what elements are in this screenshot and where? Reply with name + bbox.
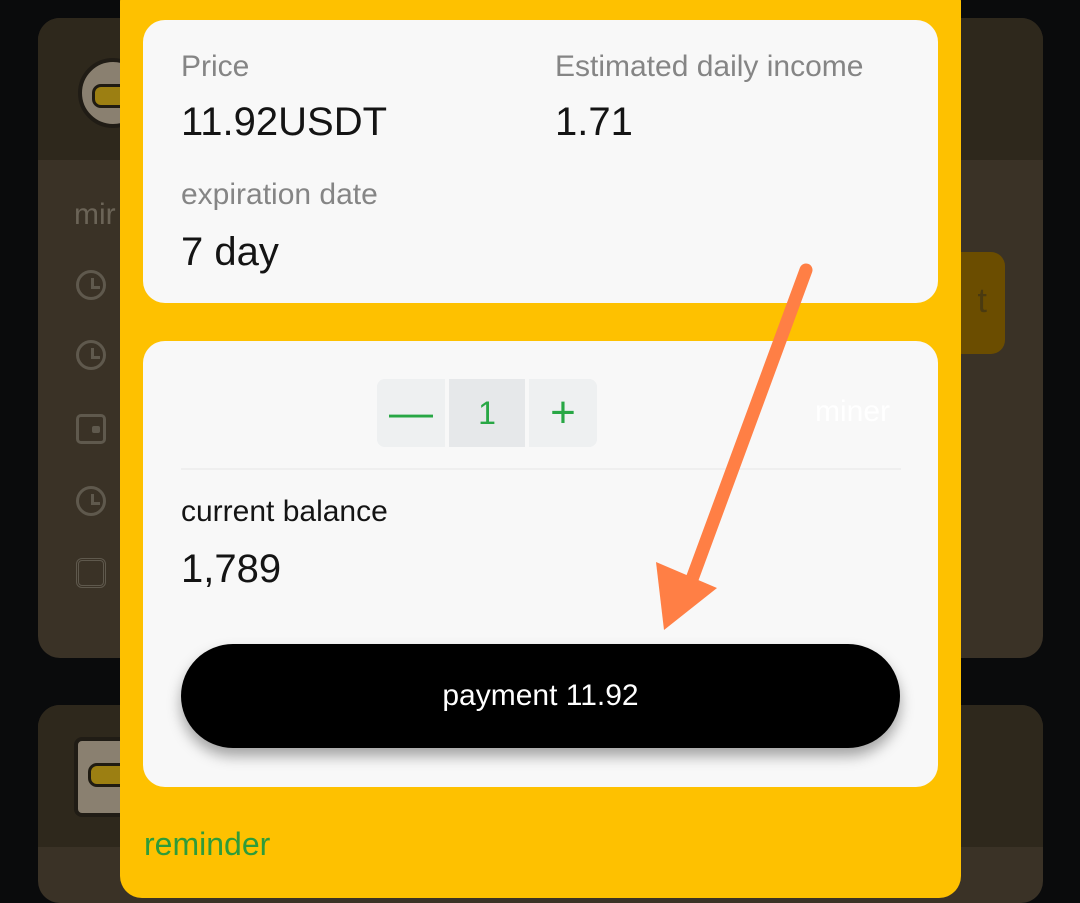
clock-icon xyxy=(76,486,106,516)
coins-icon xyxy=(76,558,106,588)
increment-button[interactable]: + xyxy=(529,379,597,447)
purchase-modal: Price 11.92USDT Estimated daily income 1… xyxy=(120,0,961,898)
price-value: 11.92USDT xyxy=(181,100,388,144)
daily-income-label: Estimated daily income xyxy=(555,50,864,83)
expiration-value: 7 day xyxy=(181,230,279,274)
quantity-stepper: — 1 + xyxy=(377,379,597,447)
balance-value: 1,789 xyxy=(181,547,282,591)
wallet-icon xyxy=(76,414,106,444)
divider xyxy=(181,468,901,470)
balance-label: current balance xyxy=(181,495,388,528)
background-label: mir xyxy=(74,198,116,231)
background-button-label: t xyxy=(977,282,987,320)
decrement-button[interactable]: — xyxy=(377,379,445,447)
quantity-input[interactable]: 1 xyxy=(445,379,529,447)
clock-icon xyxy=(76,270,106,300)
payment-button[interactable]: payment 11.92 xyxy=(181,644,900,748)
reminder-link[interactable]: reminder xyxy=(144,826,270,863)
product-info-card: Price 11.92USDT Estimated daily income 1… xyxy=(143,20,938,303)
daily-income-value: 1.71 xyxy=(555,100,633,144)
clock-icon xyxy=(76,340,106,370)
unit-label: miner xyxy=(815,395,891,428)
purchase-card: — 1 + miner current balance 1,789 paymen… xyxy=(143,341,938,787)
price-label: Price xyxy=(181,50,250,83)
expiration-label: expiration date xyxy=(181,178,378,211)
